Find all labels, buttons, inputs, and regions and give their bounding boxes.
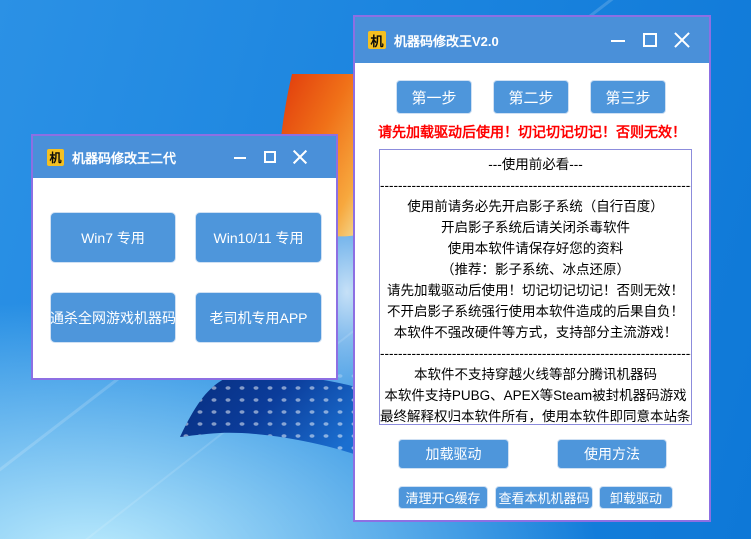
all-network-games-button[interactable]: 通杀全网游戏机器码 [50, 292, 176, 343]
right-window-controls [609, 31, 709, 49]
maximize-icon[interactable] [641, 31, 659, 49]
notice-line: 请先加载驱动后使用！切记切记切记！否则无效！ [380, 280, 691, 301]
close-icon[interactable] [292, 149, 308, 165]
uninstall-driver-button[interactable]: 卸载驱动 [599, 486, 673, 509]
desktop: 机 机器码修改王二代 Win7 专用 Win10/11 专用 通杀全网游戏机器码… [0, 0, 751, 539]
notice-line: 本软件不强改硬件等方式，支持部分主流游戏！ [380, 322, 691, 343]
driver-warning-text: 请先加载驱动后使用！切记切记切记！否则无效！ [355, 122, 709, 142]
notice-line: 不开启影子系统强行使用本软件造成的后果自负！ [380, 301, 691, 322]
minimize-icon[interactable] [609, 31, 627, 49]
app-icon: 机 [47, 149, 64, 166]
usage-notice-panel[interactable]: ---使用前必看--- ----------------------------… [379, 149, 692, 425]
notice-line: ---使用前必看--- [380, 154, 691, 175]
load-driver-button[interactable]: 加载驱动 [398, 439, 509, 469]
notice-divider: ----------------------------------------… [380, 175, 691, 196]
minimize-icon[interactable] [232, 149, 248, 165]
app-icon: 机 [368, 31, 386, 49]
close-icon[interactable] [673, 31, 691, 49]
usage-instructions-button[interactable]: 使用方法 [557, 439, 667, 469]
notice-line: 本软件不支持穿越火线等部分腾讯机器码 [380, 364, 691, 385]
notice-line: 使用本软件请保存好您的资料 [380, 238, 691, 259]
left-window-title: 机器码修改王二代 [72, 148, 176, 167]
view-machine-code-button[interactable]: 查看本机机器码 [495, 486, 593, 509]
wallpaper-dark-pane-dots [180, 376, 376, 462]
maximize-icon[interactable] [262, 149, 278, 165]
win10-11-button[interactable]: Win10/11 专用 [195, 212, 322, 263]
step3-button[interactable]: 第三步 [590, 80, 666, 114]
right-window-titlebar[interactable]: 机 机器码修改王V2.0 [355, 17, 709, 63]
notice-divider: ----------------------------------------… [380, 343, 691, 364]
notice-line: 最终解释权归本软件所有，使用本软件即同意本站条款 [380, 406, 691, 425]
step1-button[interactable]: 第一步 [396, 80, 472, 114]
notice-line: （推荐：影子系统、冰点还原） [380, 259, 691, 280]
left-window-titlebar[interactable]: 机 机器码修改王二代 [33, 136, 336, 178]
left-window-controls [232, 149, 336, 165]
window-machine-code-gen2: 机 机器码修改王二代 Win7 专用 Win10/11 专用 通杀全网游戏机器码… [31, 134, 338, 380]
notice-line: 本软件支持PUBG、APEX等Steam被封机器码游戏 [380, 385, 691, 406]
notice-line: 开启影子系统后请关闭杀毒软件 [380, 217, 691, 238]
step2-button[interactable]: 第二步 [493, 80, 569, 114]
clear-cheat-cache-button[interactable]: 清理开G缓存 [398, 486, 488, 509]
window-machine-code-v2: 机 机器码修改王V2.0 第一步 第二步 第三步 请先加载驱动后使用！切记切记切… [353, 15, 711, 522]
win7-button[interactable]: Win7 专用 [50, 212, 176, 263]
veteran-app-button[interactable]: 老司机专用APP [195, 292, 322, 343]
notice-line: 使用前请务必先开启影子系统（自行百度） [380, 196, 691, 217]
right-window-title: 机器码修改王V2.0 [394, 31, 499, 50]
